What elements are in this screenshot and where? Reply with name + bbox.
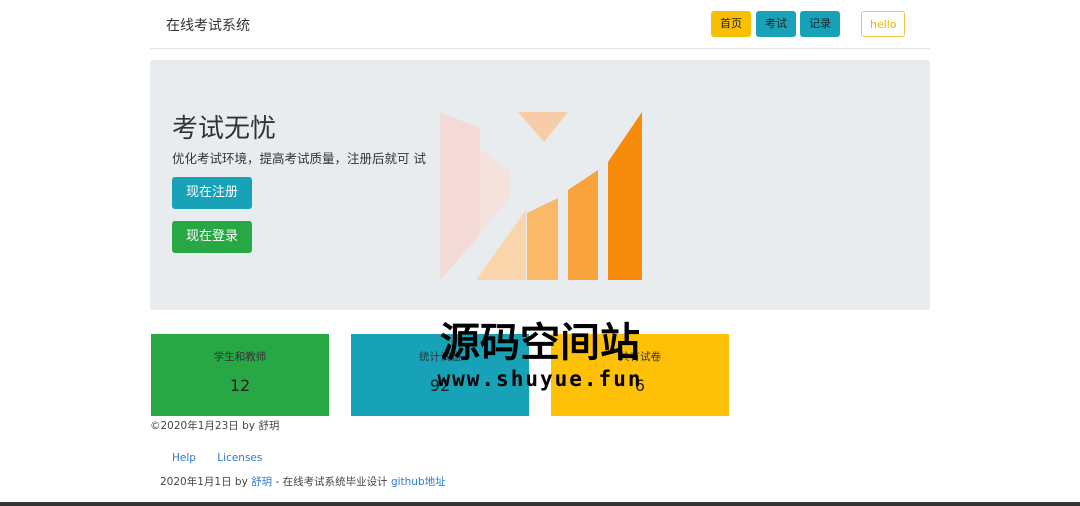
licenses-link[interactable]: Licenses	[217, 452, 262, 464]
top-navbar: 在线考试系统 首页 考试 记录 hello	[150, 0, 930, 49]
footer-date: 2020年1月1日 by	[160, 476, 252, 488]
brand-title[interactable]: 在线考试系统	[166, 15, 250, 35]
watermark-url: www.shuyue.fun	[437, 367, 643, 391]
bottom-border	[0, 502, 1080, 506]
github-link[interactable]: github地址	[391, 476, 446, 488]
help-link[interactable]: Help	[172, 452, 196, 464]
nav-record-button[interactable]: 记录	[800, 11, 840, 37]
hero-jumbotron: 考试无忧 优化考试环境，提高考试质量，注册后就可 试 现在注册 现在登录	[150, 60, 930, 310]
register-button[interactable]: 现在注册	[172, 177, 252, 209]
author-link[interactable]: 舒玥	[251, 476, 272, 488]
user-hello-button[interactable]: hello	[861, 11, 905, 37]
footer-note: 2020年1月1日 by 舒玥 - 在线考试系统毕业设计 github地址	[160, 474, 446, 489]
footer-links: Help Licenses	[172, 452, 280, 464]
nav-home-button[interactable]: 首页	[711, 11, 751, 37]
hero-lead: 优化考试环境，提高考试质量，注册后就可 试	[172, 151, 426, 166]
login-button[interactable]: 现在登录	[172, 221, 252, 253]
hero-title: 考试无忧	[172, 114, 277, 144]
footer-description: - 在线考试系统毕业设计	[272, 476, 391, 488]
nav-exam-button[interactable]: 考试	[756, 11, 796, 37]
watermark-logo-icon	[440, 112, 642, 280]
watermark-title: 源码空间站	[440, 320, 640, 366]
copyright-text: ©2020年1月23日 by 舒玥	[150, 420, 280, 432]
